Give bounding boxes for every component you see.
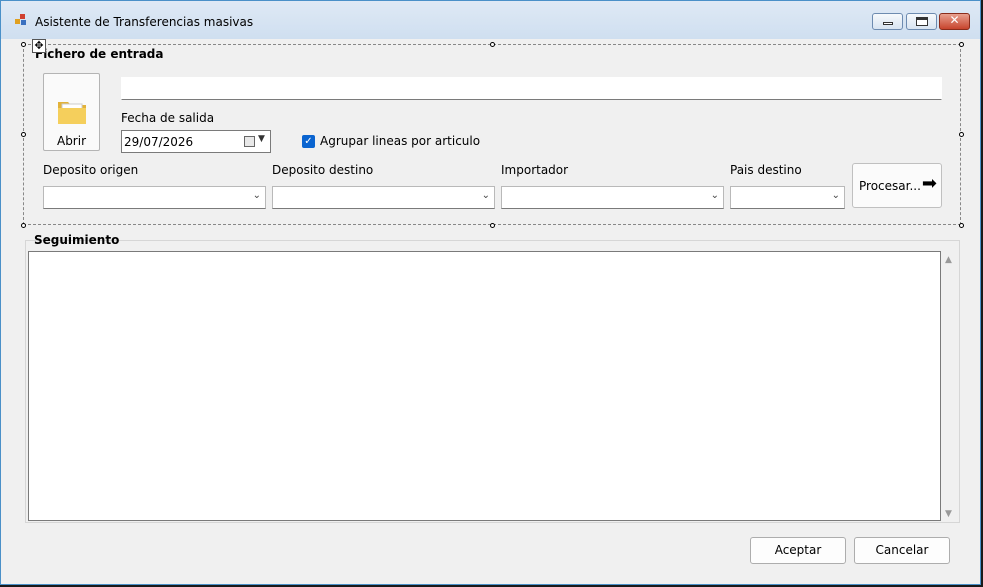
scroll-down-icon[interactable]: ▼ <box>945 509 952 519</box>
destination-warehouse-label: Deposito destino <box>272 163 374 177</box>
chevron-down-icon: ⌄ <box>252 190 261 201</box>
tracking-scrollbar[interactable]: ▲ ▼ <box>943 251 957 521</box>
resize-handle-sw[interactable] <box>21 223 26 228</box>
form-client-area: Fichero de entrada ✥ Abrir Fecha de sali… <box>7 39 974 578</box>
destination-warehouse-select[interactable]: ⌄ <box>272 186 495 209</box>
tracking-group-title: Seguimiento <box>34 233 120 247</box>
chevron-down-icon: ⌄ <box>831 190 840 201</box>
window-title: Asistente de Transferencias masivas <box>35 15 254 29</box>
dropdown-arrow-icon[interactable]: ▼ <box>258 134 265 144</box>
departure-date-label: Fecha de salida <box>121 111 215 125</box>
close-icon: ✕ <box>949 13 960 27</box>
chevron-down-icon: ⌄ <box>481 190 490 201</box>
scroll-up-icon[interactable]: ▲ <box>945 255 952 265</box>
input-group-title: Fichero de entrada <box>35 47 164 61</box>
open-file-button[interactable]: Abrir <box>43 73 100 151</box>
open-button-label: Abrir <box>56 134 87 148</box>
minimize-icon <box>883 22 893 25</box>
resize-handle-n[interactable] <box>490 42 495 47</box>
maximize-button[interactable] <box>906 13 937 30</box>
departure-date-picker[interactable]: 29/07/2026 ▼ <box>121 130 271 153</box>
resize-handle-se[interactable] <box>959 223 964 228</box>
maximize-icon <box>916 17 928 26</box>
calendar-icon[interactable] <box>244 136 255 147</box>
tracking-log-textarea[interactable] <box>28 251 941 521</box>
folder-icon <box>58 102 86 124</box>
app-icon <box>15 14 27 26</box>
cancel-button[interactable]: Cancelar <box>854 537 950 564</box>
file-path-field[interactable] <box>121 77 942 100</box>
close-button[interactable]: ✕ <box>939 13 970 30</box>
importer-select[interactable]: ⌄ <box>501 186 724 209</box>
resize-handle-ne[interactable] <box>959 42 964 47</box>
process-button-label: Procesar... <box>859 179 921 193</box>
main-window: Asistente de Transferencias masivas ✕ Fi… <box>0 0 981 585</box>
arrow-right-icon: ➡ <box>921 173 937 194</box>
move-handle-icon[interactable]: ✥ <box>32 39 46 53</box>
resize-handle-s[interactable] <box>490 223 495 228</box>
resize-handle-w[interactable] <box>21 132 26 137</box>
resize-handle-e[interactable] <box>959 132 964 137</box>
group-lines-label: Agrupar lineas por articulo <box>320 134 481 148</box>
destination-country-select[interactable]: ⌄ <box>730 186 845 209</box>
minimize-button[interactable] <box>872 13 903 30</box>
title-bar[interactable]: Asistente de Transferencias masivas ✕ <box>1 1 980 39</box>
departure-date-value: 29/07/2026 <box>124 135 194 149</box>
origin-warehouse-select[interactable]: ⌄ <box>43 186 266 209</box>
destination-country-label: Pais destino <box>730 163 802 177</box>
group-lines-checkbox[interactable]: ✓ <box>302 135 315 148</box>
chevron-down-icon: ⌄ <box>710 190 719 201</box>
importer-label: Importador <box>501 163 569 177</box>
accept-button[interactable]: Aceptar <box>750 537 846 564</box>
resize-handle-nw[interactable] <box>21 42 26 47</box>
process-button[interactable]: Procesar... ➡ <box>852 163 942 208</box>
origin-warehouse-label: Deposito origen <box>43 163 139 177</box>
